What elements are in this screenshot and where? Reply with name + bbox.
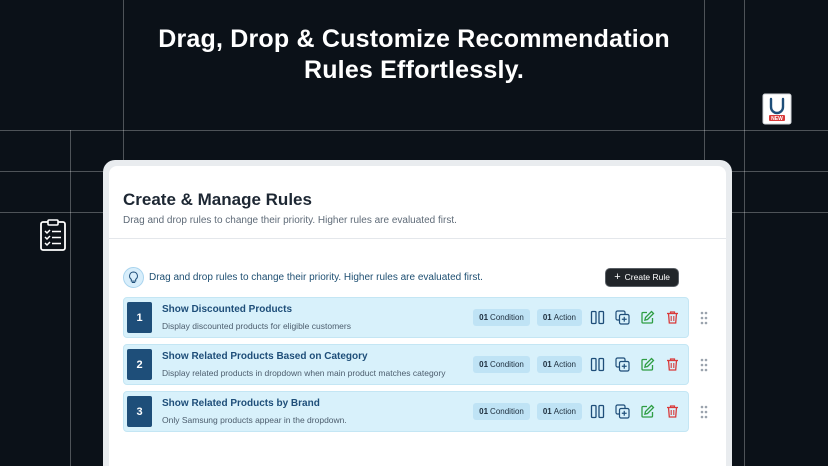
rule-priority-number: 2: [127, 349, 152, 380]
condition-count: 01: [479, 360, 489, 369]
rules-panel: Create & Manage Rules Drag and drop rule…: [103, 160, 732, 466]
rule-description: Only Samsung products appear in the drop…: [162, 415, 347, 425]
rule-title[interactable]: Show Discounted Products: [162, 304, 473, 315]
info-bar: Drag and drop rules to change their prio…: [123, 265, 712, 289]
hero-heading: Drag, Drop & Customize Recommendation Ru…: [0, 24, 828, 86]
lightbulb-icon: [123, 266, 144, 288]
condition-label: Condition: [490, 313, 524, 322]
rule-title[interactable]: Show Related Products by Brand: [162, 398, 473, 409]
hero-line-2: Rules Effortlessly.: [303, 56, 525, 84]
condition-label: Condition: [490, 407, 524, 416]
action-count: 01: [542, 360, 552, 369]
rule-row[interactable]: 3 Show Related Products by Brand Only Sa…: [123, 391, 708, 432]
drag-handle-icon[interactable]: [700, 358, 708, 372]
rule-actions: [589, 404, 680, 420]
rule-description: Display related products in dropdown whe…: [162, 368, 446, 378]
panel-header: Create & Manage Rules Drag and drop rule…: [109, 166, 726, 239]
delete-icon[interactable]: [664, 357, 680, 373]
create-rule-label: Create Rule: [624, 272, 670, 282]
edit-icon[interactable]: [639, 310, 655, 326]
action-label: Action: [553, 360, 576, 369]
panel-subtitle: Drag and drop rules to change their prio…: [123, 215, 457, 226]
columns-icon[interactable]: [589, 404, 605, 420]
rules-panel-card: Create & Manage Rules Drag and drop rule…: [109, 166, 726, 466]
columns-icon[interactable]: [589, 357, 605, 373]
delete-icon[interactable]: [664, 404, 680, 420]
rules-list: 1 Show Discounted Products Display disco…: [123, 297, 712, 432]
duplicate-icon[interactable]: [614, 310, 630, 326]
action-count: 01: [542, 313, 552, 322]
drag-handle-icon[interactable]: [700, 311, 708, 325]
new-badge-text: NEW: [771, 116, 783, 122]
condition-count-chip[interactable]: 01 Condition: [473, 309, 530, 326]
hero-line-1: Drag, Drop & Customize Recommendation: [158, 25, 670, 53]
action-count-chip[interactable]: 01 Action: [536, 403, 582, 420]
rule-actions: [589, 310, 680, 326]
panel-title: Create & Manage Rules: [123, 190, 312, 209]
rule-actions: [589, 357, 680, 373]
rule-priority-number: 3: [127, 396, 152, 427]
action-count: 01: [542, 407, 552, 416]
columns-icon[interactable]: [589, 310, 605, 326]
action-count-chip[interactable]: 01 Action: [536, 356, 582, 373]
duplicate-icon[interactable]: [614, 404, 630, 420]
rule-description: Display discounted products for eligible…: [162, 321, 351, 331]
rule-row[interactable]: 2 Show Related Products Based on Categor…: [123, 344, 708, 385]
condition-count: 01: [479, 313, 489, 322]
rule-row[interactable]: 1 Show Discounted Products Display disco…: [123, 297, 708, 338]
edit-icon[interactable]: [639, 357, 655, 373]
condition-count: 01: [479, 407, 489, 416]
delete-icon[interactable]: [664, 310, 680, 326]
edit-icon[interactable]: [639, 404, 655, 420]
action-count-chip[interactable]: 01 Action: [536, 309, 582, 326]
create-rule-button[interactable]: + Create Rule: [606, 268, 678, 286]
info-text: Drag and drop rules to change their prio…: [149, 271, 483, 283]
duplicate-icon[interactable]: [614, 357, 630, 373]
clipboard-checklist-icon: [39, 219, 67, 251]
rule-text: Show Discounted Products Display discoun…: [162, 304, 473, 331]
rule-priority-number: 1: [127, 302, 152, 333]
rule-text: Show Related Products Based on Category …: [162, 351, 473, 378]
condition-count-chip[interactable]: 01 Condition: [473, 356, 530, 373]
shopping-bag-new-icon: NEW: [762, 93, 792, 125]
condition-label: Condition: [490, 360, 524, 369]
action-label: Action: [553, 407, 576, 416]
action-label: Action: [553, 313, 576, 322]
grid-line: [70, 130, 71, 466]
condition-count-chip[interactable]: 01 Condition: [473, 403, 530, 420]
drag-handle-icon[interactable]: [700, 405, 708, 419]
plus-icon: +: [614, 270, 621, 283]
grid-line: [0, 130, 828, 131]
rule-text: Show Related Products by Brand Only Sams…: [162, 398, 473, 425]
panel-body: Drag and drop rules to change their prio…: [109, 239, 726, 432]
rule-title[interactable]: Show Related Products Based on Category: [162, 351, 473, 362]
